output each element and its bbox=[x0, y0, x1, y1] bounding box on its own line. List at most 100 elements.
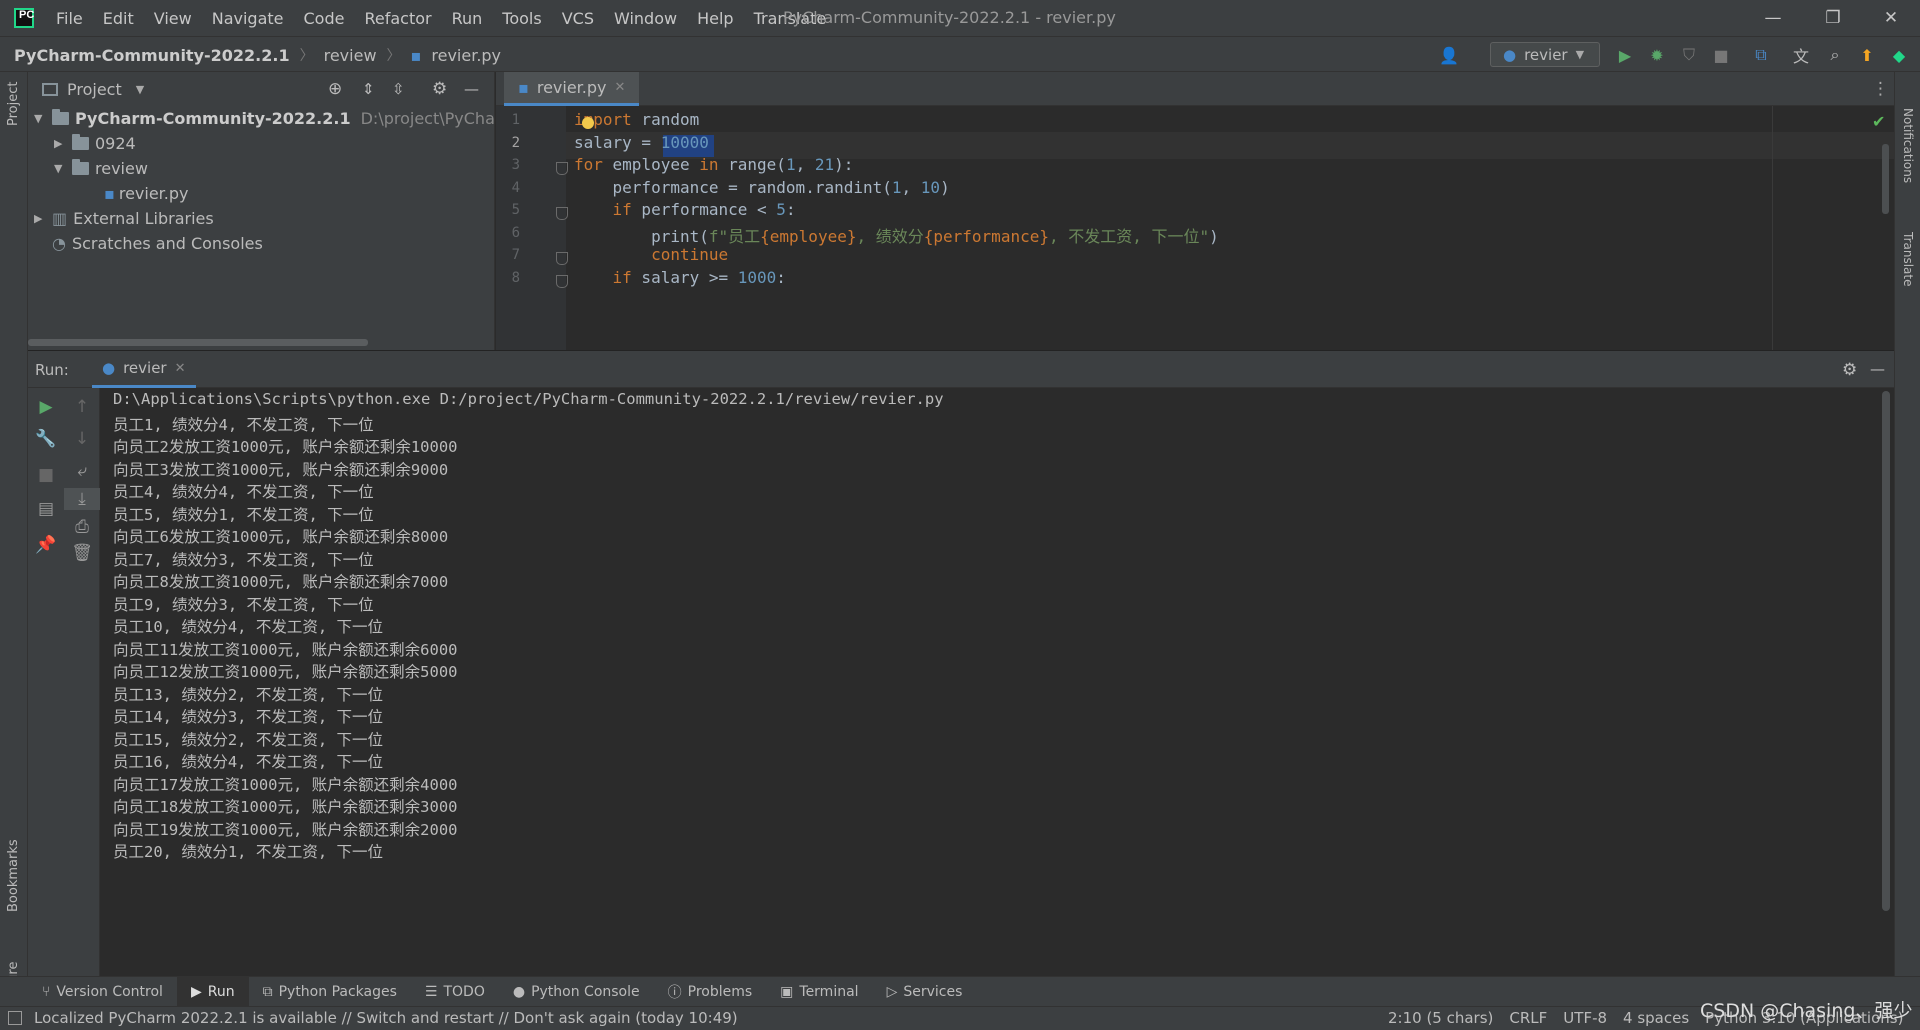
debug-icon[interactable]: ✹ bbox=[1646, 45, 1668, 65]
print-icon[interactable]: ⎙ bbox=[64, 516, 100, 538]
run-panel-title: Run: bbox=[35, 361, 69, 379]
breadcrumb-file[interactable]: revier.py bbox=[431, 46, 501, 65]
run-tab-revier[interactable]: ● revier ✕ bbox=[92, 351, 196, 388]
tab-revier-py[interactable]: ▪ revier.py ✕ bbox=[504, 72, 640, 106]
editor-scrollbar[interactable] bbox=[1882, 144, 1889, 214]
breadcrumb-project[interactable]: PyCharm-Community-2022.2.1 bbox=[14, 46, 290, 65]
no-problems-check-icon[interactable]: ✔ bbox=[1872, 112, 1885, 131]
code-line-8[interactable]: if salary >= 1000: bbox=[574, 268, 786, 287]
tool-services[interactable]: ▷ Services bbox=[873, 977, 977, 1007]
tool-python-console[interactable]: ● Python Console bbox=[499, 977, 654, 1007]
menu-view[interactable]: View bbox=[144, 9, 202, 28]
tool-terminal[interactable]: ▣ Terminal bbox=[766, 977, 872, 1007]
tree-item-scratches[interactable]: ◔ Scratches and Consoles bbox=[52, 231, 263, 256]
tool-run[interactable]: ▶ Run bbox=[176, 976, 249, 1007]
tree-item-external-libraries[interactable]: ▶ ▥ External Libraries bbox=[34, 206, 214, 231]
status-line-separator[interactable]: CRLF bbox=[1509, 1009, 1547, 1027]
run-config-selector[interactable]: ● revier ▼ bbox=[1490, 42, 1600, 67]
fold-icon[interactable] bbox=[556, 252, 568, 265]
fold-icon[interactable] bbox=[556, 207, 568, 220]
code-line-4[interactable]: performance = random.randint(1, 10) bbox=[574, 178, 950, 197]
coverage-icon[interactable]: ⛉ bbox=[1678, 45, 1700, 65]
menu-refactor[interactable]: Refactor bbox=[354, 9, 441, 28]
code-line-2[interactable]: salary = 10000 bbox=[574, 133, 709, 152]
tool-windows-toggle-icon[interactable] bbox=[8, 1011, 22, 1025]
list-icon: ☰ bbox=[424, 983, 438, 1000]
tool-window-translate[interactable]: Translate bbox=[1901, 232, 1915, 287]
pin-icon[interactable]: 📌 bbox=[28, 534, 64, 556]
chevron-down-icon[interactable]: ▼ bbox=[136, 83, 144, 96]
arrow-up-icon[interactable]: ↑ bbox=[64, 396, 100, 418]
plugin-icon[interactable]: ◆ bbox=[1888, 45, 1910, 65]
close-tab-icon[interactable]: ✕ bbox=[615, 80, 626, 95]
arrow-down-icon[interactable]: ↓ bbox=[64, 428, 100, 450]
gear-icon[interactable]: ⚙ bbox=[1842, 360, 1857, 380]
run-icon[interactable]: ▶ bbox=[1614, 45, 1636, 65]
stop-icon[interactable]: ■ bbox=[28, 464, 64, 486]
hide-panel-icon[interactable]: — bbox=[1870, 360, 1885, 378]
update-icon[interactable]: ⬆ bbox=[1856, 45, 1878, 65]
locate-icon[interactable]: ⊕ bbox=[328, 79, 342, 99]
status-message[interactable]: Localized PyCharm 2022.2.1 is available … bbox=[34, 1009, 738, 1027]
tree-item-label: PyCharm-Community-2022.2.1 bbox=[75, 109, 351, 128]
code-line-6[interactable]: print(f"员工{employee}, 绩效分{performance}, … bbox=[574, 223, 1219, 247]
tool-version-control[interactable]: ⑂ Version Control bbox=[28, 977, 177, 1007]
gear-icon[interactable]: ⚙ bbox=[432, 79, 447, 99]
wrench-icon[interactable]: 🔧 bbox=[28, 428, 64, 450]
close-icon[interactable]: ✕ bbox=[1876, 6, 1906, 30]
expand-all-icon[interactable]: ⇕ bbox=[362, 80, 375, 98]
tree-item-label: External Libraries bbox=[73, 209, 214, 228]
line-number: 7 bbox=[511, 247, 520, 263]
more-options-icon[interactable]: ⋮ bbox=[1872, 79, 1889, 99]
code-line-7[interactable]: continue bbox=[574, 245, 728, 264]
tree-item-0924[interactable]: ▶ 0924 bbox=[54, 131, 136, 156]
horizontal-scrollbar[interactable] bbox=[28, 339, 368, 346]
restore-icon[interactable]: ❐ bbox=[1818, 6, 1848, 30]
menu-help[interactable]: Help bbox=[687, 9, 743, 28]
scroll-to-end-icon[interactable]: ⤓ bbox=[64, 488, 100, 510]
minimize-icon[interactable]: — bbox=[1758, 6, 1788, 30]
menu-run[interactable]: Run bbox=[442, 9, 493, 28]
hide-panel-icon[interactable]: — bbox=[464, 80, 479, 98]
menu-tools[interactable]: Tools bbox=[492, 9, 551, 28]
translate-toolbar-icon[interactable]: ⧉ bbox=[1750, 45, 1772, 65]
tool-window-notifications[interactable]: Notifications bbox=[1901, 108, 1915, 183]
menu-edit[interactable]: Edit bbox=[93, 9, 144, 28]
trash-icon[interactable]: 🗑 bbox=[64, 542, 100, 564]
tool-window-project[interactable]: Project bbox=[6, 82, 21, 126]
breadcrumb-folder[interactable]: review bbox=[324, 46, 377, 65]
menu-navigate[interactable]: Navigate bbox=[202, 9, 294, 28]
close-tab-icon[interactable]: ✕ bbox=[175, 361, 186, 376]
console-output[interactable]: D:\Applications\Scripts\python.exe D:/pr… bbox=[113, 388, 1873, 977]
soft-wrap-icon[interactable]: ⤶ bbox=[64, 460, 100, 482]
console-scrollbar[interactable] bbox=[1882, 391, 1890, 911]
project-view-label[interactable]: Project bbox=[67, 80, 122, 99]
tool-todo[interactable]: ☰ TODO bbox=[411, 977, 499, 1007]
rerun-icon[interactable]: ▶ bbox=[28, 396, 64, 418]
menu-file[interactable]: File bbox=[56, 9, 93, 28]
tree-item-revier-py[interactable]: ▪ revier.py bbox=[104, 181, 189, 206]
menu-window[interactable]: Window bbox=[604, 9, 687, 28]
tool-window-bookmarks[interactable]: Bookmarks bbox=[6, 839, 21, 912]
fold-icon[interactable] bbox=[556, 275, 568, 288]
tree-item-review[interactable]: ▼ review bbox=[54, 156, 148, 181]
code-line-3[interactable]: for employee in range(1, 21): bbox=[574, 155, 853, 174]
layout-icon[interactable]: ▤ bbox=[28, 498, 64, 520]
status-caret-position[interactable]: 2:10 (5 chars) bbox=[1388, 1009, 1493, 1027]
search-icon[interactable]: ⌕ bbox=[1824, 45, 1846, 65]
status-encoding[interactable]: UTF-8 bbox=[1563, 1009, 1607, 1027]
user-icon[interactable]: 👤 bbox=[1438, 45, 1460, 65]
menu-code[interactable]: Code bbox=[294, 9, 355, 28]
stop-icon[interactable]: ■ bbox=[1710, 45, 1732, 65]
intention-bulb-icon[interactable] bbox=[582, 117, 594, 129]
tool-python-packages[interactable]: ⧉ Python Packages bbox=[249, 977, 411, 1007]
menu-vcs[interactable]: VCS bbox=[552, 9, 604, 28]
fold-icon[interactable] bbox=[556, 162, 568, 175]
tree-item-project-root[interactable]: ▼ PyCharm-Community-2022.2.1 D:\project\… bbox=[34, 106, 517, 131]
language-icon[interactable]: 文 bbox=[1790, 45, 1812, 66]
status-indent[interactable]: 4 spaces bbox=[1623, 1009, 1689, 1027]
code-line-5[interactable]: if performance < 5: bbox=[574, 200, 796, 219]
tool-problems[interactable]: ⓘ Problems bbox=[654, 977, 767, 1007]
collapse-all-icon[interactable]: ⇳ bbox=[392, 80, 405, 98]
console-line: 员工9, 绩效分3, 不发工资, 下一位 bbox=[113, 596, 374, 614]
